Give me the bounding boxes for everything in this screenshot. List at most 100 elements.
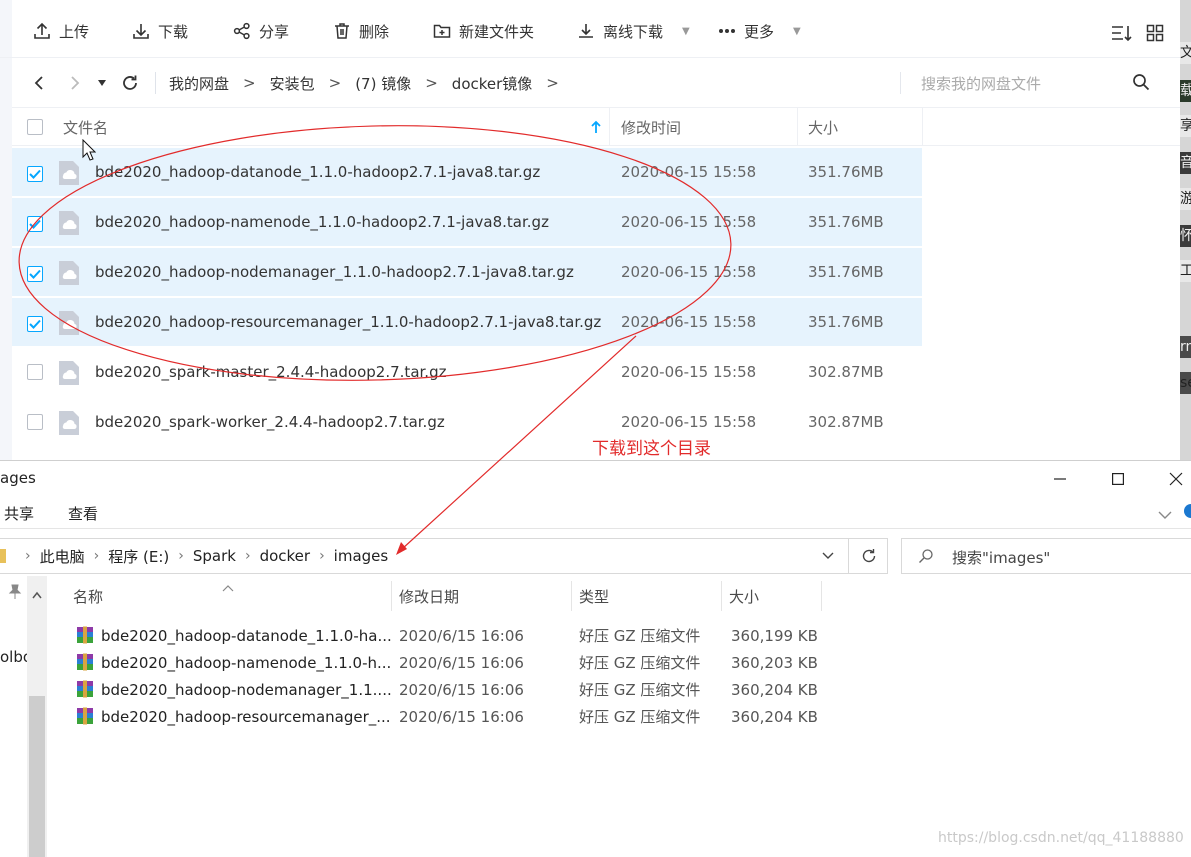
file-name[interactable]: bde2020_hadoop-nodemanager_1.1.0-hadoop2… [95, 248, 574, 296]
share-icon [232, 21, 252, 41]
explorer-file-row[interactable]: bde2020_hadoop-datanode_1.1.0-ha... 2020/… [70, 622, 830, 649]
address-dropdown-icon[interactable] [820, 547, 838, 565]
chevron-right-icon[interactable]: › [25, 548, 31, 564]
refresh-button[interactable] [848, 539, 888, 573]
address-item[interactable]: docker [260, 547, 311, 565]
forward-icon[interactable] [65, 72, 85, 94]
pin-icon[interactable] [8, 584, 22, 600]
netdisk-search-input[interactable]: 搜索我的网盘文件 [921, 73, 1041, 94]
file-row[interactable]: bde2020_hadoop-datanode_1.1.0-hadoop2.7.… [12, 148, 922, 196]
checkbox[interactable] [27, 314, 43, 333]
breadcrumb-item[interactable]: (7) 镜像 [355, 73, 411, 94]
explorer-file-name[interactable]: bde2020_hadoop-resourcemanager_... [101, 703, 391, 730]
offline-download-label: 离线下载 [603, 22, 664, 41]
explorer-file-name[interactable]: bde2020_hadoop-namenode_1.1.0-h... [101, 649, 391, 676]
upload-label: 上传 [59, 22, 90, 41]
checkbox-box[interactable] [27, 216, 43, 232]
sort-icon[interactable] [1111, 22, 1133, 44]
file-name[interactable]: bde2020_hadoop-datanode_1.1.0-hadoop2.7.… [95, 148, 540, 196]
checkbox[interactable] [27, 164, 43, 183]
chevron-right-icon[interactable]: › [94, 548, 100, 564]
chevron-down-icon[interactable] [1158, 505, 1174, 519]
column-header-modified[interactable]: 修改日期 [399, 576, 459, 616]
ribbon-tab-view[interactable]: 查看 [68, 503, 98, 524]
file-row[interactable]: bde2020_hadoop-resourcemanager_1.1.0-had… [12, 298, 922, 346]
ribbon-tab-share[interactable]: 共享 [4, 503, 34, 524]
file-row[interactable]: bde2020_hadoop-namenode_1.1.0-hadoop2.7.… [12, 198, 922, 246]
grid-view-icon[interactable] [1144, 22, 1166, 44]
breadcrumb-item[interactable]: docker镜像 [452, 73, 533, 94]
column-divider[interactable] [721, 581, 722, 611]
column-divider[interactable] [571, 581, 572, 611]
explorer-file-type: 好压 GZ 压缩文件 [579, 708, 701, 726]
back-icon[interactable] [29, 72, 49, 94]
file-row[interactable]: bde2020_spark-worker_2.4.4-hadoop2.7.tar… [12, 398, 922, 446]
background-window-text: 游 [1180, 188, 1191, 210]
chevron-right-icon[interactable]: › [245, 548, 251, 564]
checkbox[interactable] [27, 264, 43, 283]
explorer-file-size: 360,199 KB [731, 626, 818, 645]
chevron-down-icon[interactable]: ▼ [793, 26, 801, 37]
checkbox[interactable] [27, 119, 43, 135]
checkbox-box[interactable] [27, 364, 43, 380]
checkbox-box[interactable] [27, 166, 43, 182]
close-icon[interactable] [1156, 465, 1191, 493]
delete-button[interactable]: 删除 [332, 18, 389, 44]
download-label: 下载 [158, 22, 189, 41]
explorer-search-input[interactable]: 搜索"images" [952, 547, 1050, 568]
help-icon[interactable] [1184, 504, 1191, 518]
file-name[interactable]: bde2020_hadoop-resourcemanager_1.1.0-had… [95, 298, 601, 346]
more-button[interactable]: 更多 ▼ [717, 18, 801, 44]
explorer-file-row[interactable]: bde2020_hadoop-namenode_1.1.0-h... 2020/6… [70, 649, 830, 676]
offline-download-button[interactable]: 离线下载 ▼ [576, 18, 690, 44]
new-folder-button[interactable]: 新建文件夹 [432, 18, 534, 44]
checkbox[interactable] [27, 414, 43, 434]
checkbox-box[interactable] [27, 266, 43, 282]
upload-button[interactable]: 上传 [32, 18, 89, 44]
checkbox[interactable] [27, 214, 43, 233]
column-header-modified[interactable]: 修改时间 [621, 108, 681, 146]
explorer-file-row[interactable]: bde2020_hadoop-nodemanager_1.1.... 2020/6… [70, 676, 830, 703]
column-divider[interactable] [821, 581, 822, 611]
file-name[interactable]: bde2020_spark-master_2.4.4-hadoop2.7.tar… [95, 348, 446, 396]
scrollbar-thumb[interactable] [29, 696, 45, 857]
select-all-checkbox[interactable] [27, 108, 43, 146]
chevron-down-icon[interactable]: ▼ [682, 26, 690, 37]
explorer-search-box[interactable]: 搜索"images" [901, 538, 1191, 574]
file-name[interactable]: bde2020_hadoop-namenode_1.1.0-hadoop2.7.… [95, 198, 549, 246]
address-item[interactable]: images [334, 547, 389, 565]
checkbox-box[interactable] [27, 414, 43, 430]
scroll-up-icon[interactable] [32, 584, 42, 599]
checkbox-box[interactable] [27, 316, 43, 332]
minimize-icon[interactable] [1040, 465, 1080, 493]
explorer-file-name[interactable]: bde2020_hadoop-nodemanager_1.1.... [101, 676, 392, 703]
address-item[interactable]: 程序 (E:) [108, 546, 169, 567]
address-item[interactable]: Spark [193, 547, 236, 565]
column-divider[interactable] [391, 581, 392, 611]
address-bar[interactable]: › 此电脑 › 程序 (E:) › Spark › docker › image… [0, 538, 888, 574]
file-row[interactable]: bde2020_spark-master_2.4.4-hadoop2.7.tar… [12, 348, 922, 396]
breadcrumb-item[interactable]: 安装包 [270, 73, 315, 94]
file-name[interactable]: bde2020_spark-worker_2.4.4-hadoop2.7.tar… [95, 398, 445, 446]
sort-ascending-icon[interactable] [590, 108, 602, 146]
share-button[interactable]: 分享 [232, 18, 289, 44]
breadcrumb-item[interactable]: 我的网盘 [169, 73, 229, 94]
checkbox[interactable] [27, 364, 43, 384]
column-header-size[interactable]: 大小 [729, 576, 759, 616]
refresh-icon[interactable] [120, 72, 140, 94]
maximize-icon[interactable] [1098, 465, 1138, 493]
navigation-scrollbar[interactable] [27, 576, 47, 857]
explorer-file-name[interactable]: bde2020_hadoop-datanode_1.1.0-ha... [101, 622, 392, 649]
explorer-file-row[interactable]: bde2020_hadoop-resourcemanager_... 2020/6… [70, 703, 830, 730]
column-header-size[interactable]: 大小 [808, 108, 838, 146]
search-icon[interactable] [1132, 73, 1152, 93]
file-row[interactable]: bde2020_hadoop-nodemanager_1.1.0-hadoop2… [12, 248, 922, 296]
history-dropdown-icon[interactable] [95, 72, 109, 94]
address-item[interactable]: 此电脑 [40, 546, 85, 567]
column-header-name[interactable]: 名称 [73, 576, 103, 616]
chevron-right-icon[interactable]: › [178, 548, 184, 564]
download-button[interactable]: 下载 [131, 18, 188, 44]
background-window-text: 音 [1180, 152, 1191, 174]
column-header-type[interactable]: 类型 [579, 576, 609, 616]
chevron-right-icon[interactable]: › [319, 548, 325, 564]
